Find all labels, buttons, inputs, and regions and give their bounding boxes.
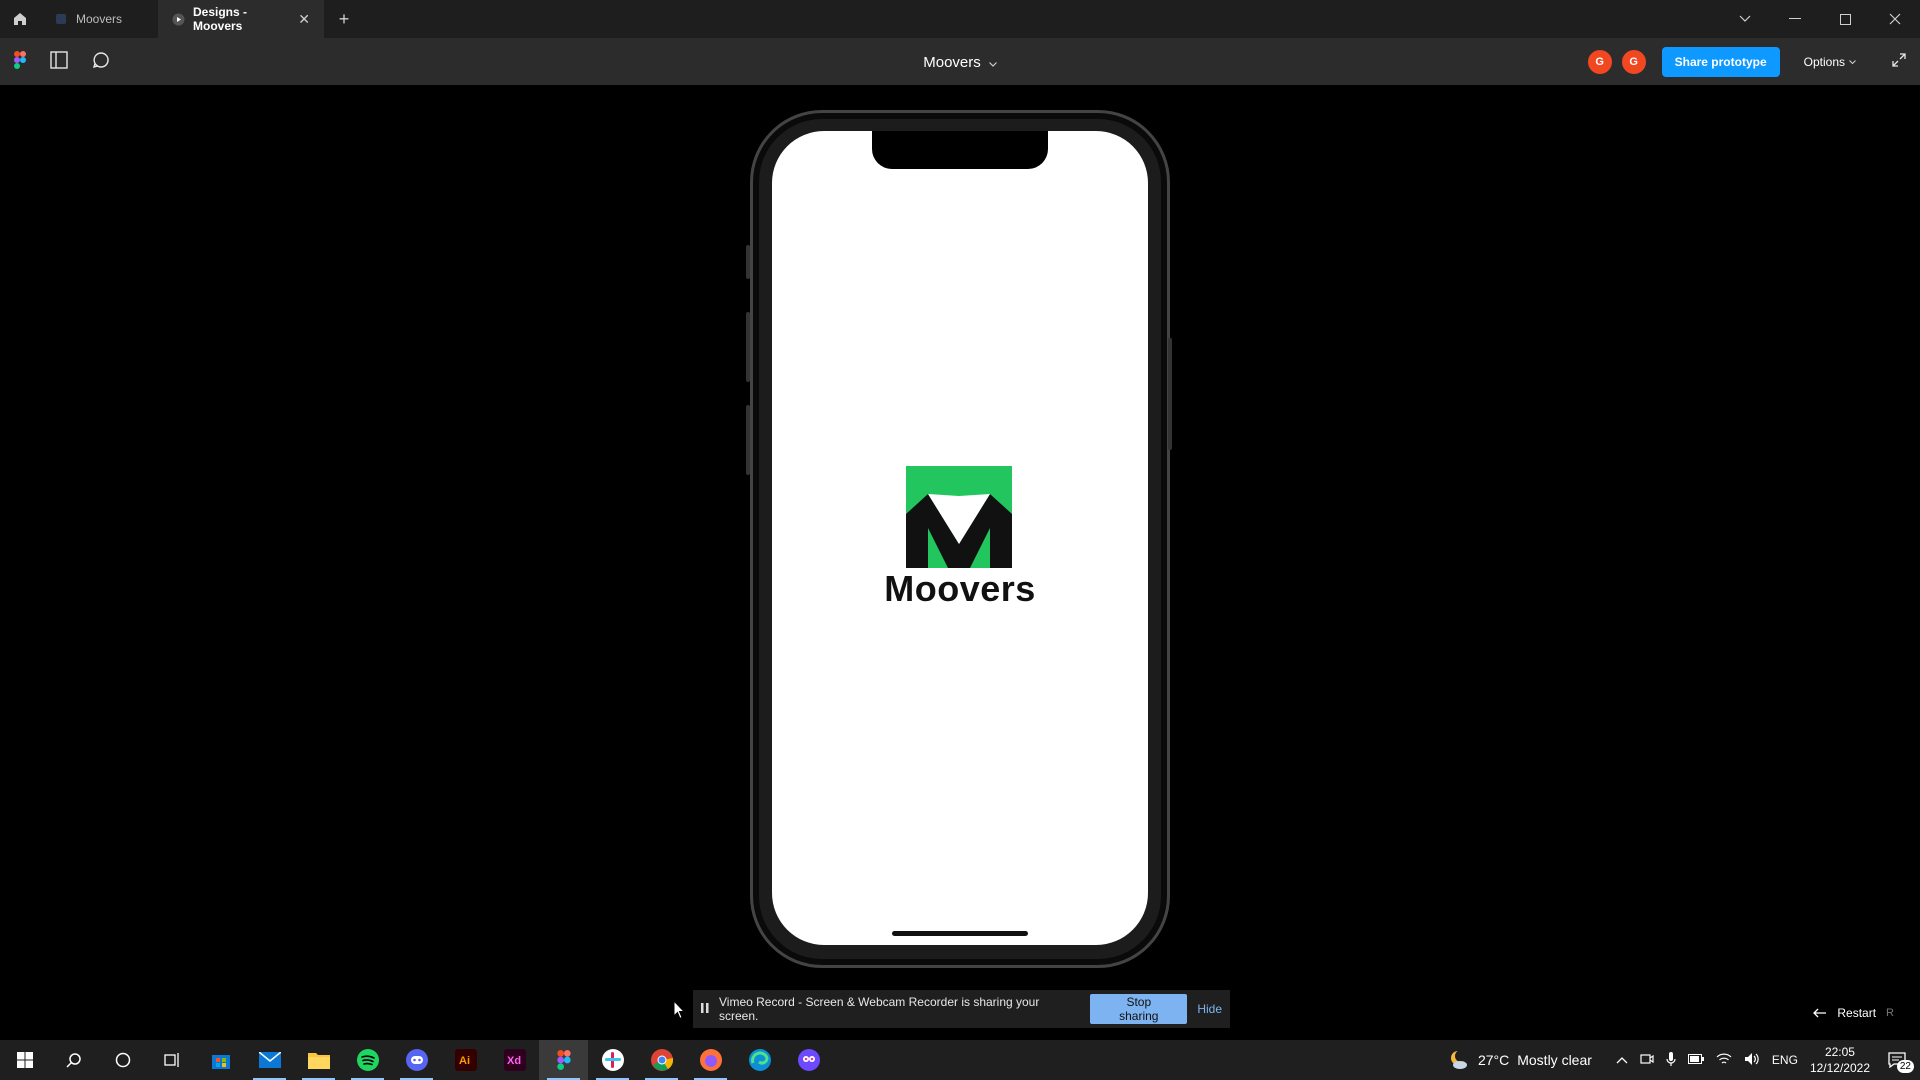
figma-logo-icon[interactable] bbox=[14, 50, 26, 74]
tab-designs-moovers[interactable]: Designs - Moovers ✕ bbox=[158, 0, 324, 38]
notification-count: 22 bbox=[1896, 1060, 1914, 1073]
chevron-down-icon[interactable] bbox=[988, 54, 997, 71]
restart-shortcut: R bbox=[1886, 1007, 1894, 1019]
discord-icon[interactable] bbox=[392, 1040, 441, 1080]
app-name: Moovers bbox=[884, 568, 1036, 609]
notification-center-button[interactable]: 22 bbox=[1882, 1045, 1914, 1075]
stop-sharing-button[interactable]: Stop sharing bbox=[1090, 994, 1188, 1024]
play-icon bbox=[172, 12, 185, 26]
home-button[interactable] bbox=[0, 0, 40, 38]
minimize-button[interactable] bbox=[1770, 0, 1820, 38]
vpn-app-icon[interactable] bbox=[784, 1040, 833, 1080]
sidebar-toggle-icon[interactable] bbox=[50, 50, 68, 74]
wifi-icon[interactable] bbox=[1716, 1053, 1732, 1068]
close-icon bbox=[1889, 13, 1901, 25]
firefox-icon[interactable] bbox=[686, 1040, 735, 1080]
phone-notch bbox=[872, 131, 1048, 169]
options-label: Options bbox=[1803, 55, 1845, 69]
mail-icon[interactable] bbox=[245, 1040, 294, 1080]
restart-button[interactable]: Restart R bbox=[1813, 1006, 1894, 1020]
moon-cloud-icon bbox=[1450, 1050, 1467, 1069]
chevron-down-icon bbox=[1849, 59, 1856, 64]
microsoft-store-icon[interactable] bbox=[196, 1040, 245, 1080]
screen-share-banner: Vimeo Record - Screen & Webcam Recorder … bbox=[693, 990, 1230, 1028]
restart-arrow-icon bbox=[1813, 1008, 1827, 1018]
share-prototype-button[interactable]: Share prototype bbox=[1661, 47, 1780, 77]
phone-power-button bbox=[1168, 338, 1172, 450]
phone-volume-up bbox=[746, 312, 750, 382]
speaker-icon[interactable] bbox=[1744, 1052, 1760, 1069]
restart-label: Restart bbox=[1837, 1006, 1877, 1020]
figma-file-icon bbox=[54, 12, 68, 26]
weather-temp: 27°C bbox=[1477, 1052, 1510, 1068]
weather-widget[interactable]: 27°C Mostly clear bbox=[1448, 1049, 1592, 1071]
clock[interactable]: 22:05 12/12/2022 bbox=[1810, 1044, 1870, 1076]
phone-volume-down bbox=[746, 405, 750, 475]
chevron-down-icon[interactable] bbox=[1720, 0, 1770, 38]
svg-text:Xd: Xd bbox=[507, 1055, 521, 1067]
tab-label: Designs - Moovers bbox=[193, 5, 248, 33]
phone-side-button bbox=[746, 245, 750, 279]
mouse-cursor-icon bbox=[673, 1000, 685, 1020]
edge-icon[interactable] bbox=[735, 1040, 784, 1080]
slack-icon[interactable] bbox=[588, 1040, 637, 1080]
close-tab-icon[interactable]: ✕ bbox=[298, 11, 310, 28]
hide-link[interactable]: Hide bbox=[1197, 1002, 1222, 1016]
moovers-logo-icon bbox=[906, 466, 1012, 568]
clock-date: 12/12/2022 bbox=[1809, 1061, 1870, 1075]
tab-label: Moovers bbox=[76, 12, 123, 26]
spotify-icon[interactable] bbox=[343, 1040, 392, 1080]
search-icon[interactable] bbox=[49, 1040, 98, 1080]
chrome-icon[interactable] bbox=[637, 1040, 686, 1080]
task-view-icon[interactable] bbox=[147, 1040, 196, 1080]
weather-desc: Mostly clear bbox=[1517, 1052, 1592, 1068]
tab-moovers[interactable]: Moovers bbox=[40, 0, 158, 38]
maximize-icon bbox=[1839, 13, 1851, 25]
svg-text:Ai: Ai bbox=[459, 1055, 470, 1067]
maximize-button[interactable] bbox=[1820, 0, 1870, 38]
microphone-icon[interactable] bbox=[1666, 1051, 1676, 1069]
avatar[interactable]: G bbox=[1621, 50, 1646, 74]
illustrator-icon[interactable]: Ai bbox=[441, 1040, 490, 1080]
plus-icon: + bbox=[338, 8, 350, 29]
comment-icon[interactable] bbox=[92, 51, 110, 74]
language-indicator[interactable]: ENG bbox=[1772, 1053, 1798, 1067]
close-window-button[interactable] bbox=[1870, 0, 1920, 38]
windows-start-icon[interactable] bbox=[0, 1040, 49, 1080]
clock-time: 22:05 bbox=[1824, 1045, 1855, 1059]
window-controls bbox=[1720, 0, 1920, 38]
taskbar: Ai Xd 27°C Mostly clear ENG 22:05 12/12/… bbox=[0, 1040, 1920, 1080]
adobe-xd-icon[interactable]: Xd bbox=[490, 1040, 539, 1080]
avatar[interactable]: G bbox=[1587, 50, 1612, 74]
minimize-icon bbox=[1789, 18, 1801, 19]
fullscreen-icon[interactable] bbox=[1892, 52, 1906, 72]
share-message: Vimeo Record - Screen & Webcam Recorder … bbox=[719, 995, 1040, 1023]
home-indicator bbox=[892, 931, 1028, 936]
file-name[interactable]: Moovers bbox=[923, 54, 981, 71]
home-icon bbox=[14, 13, 26, 25]
system-tray: 27°C Mostly clear ENG 22:05 12/12/2022 2… bbox=[1448, 1040, 1920, 1080]
chevron-up-icon[interactable] bbox=[1616, 1053, 1628, 1067]
pause-icon[interactable] bbox=[701, 1002, 709, 1016]
figma-app-icon[interactable] bbox=[539, 1040, 588, 1080]
title-bar: Moovers Designs - Moovers ✕ + bbox=[0, 0, 1920, 38]
meet-now-icon[interactable] bbox=[1640, 1052, 1654, 1069]
cortana-icon[interactable] bbox=[98, 1040, 147, 1080]
options-menu[interactable]: Options bbox=[1804, 55, 1856, 69]
new-tab-button[interactable]: + bbox=[324, 0, 364, 38]
prototype-toolbar: Moovers G G Share prototype Options bbox=[0, 38, 1920, 86]
file-explorer-icon[interactable] bbox=[294, 1040, 343, 1080]
battery-icon[interactable] bbox=[1687, 1053, 1704, 1067]
